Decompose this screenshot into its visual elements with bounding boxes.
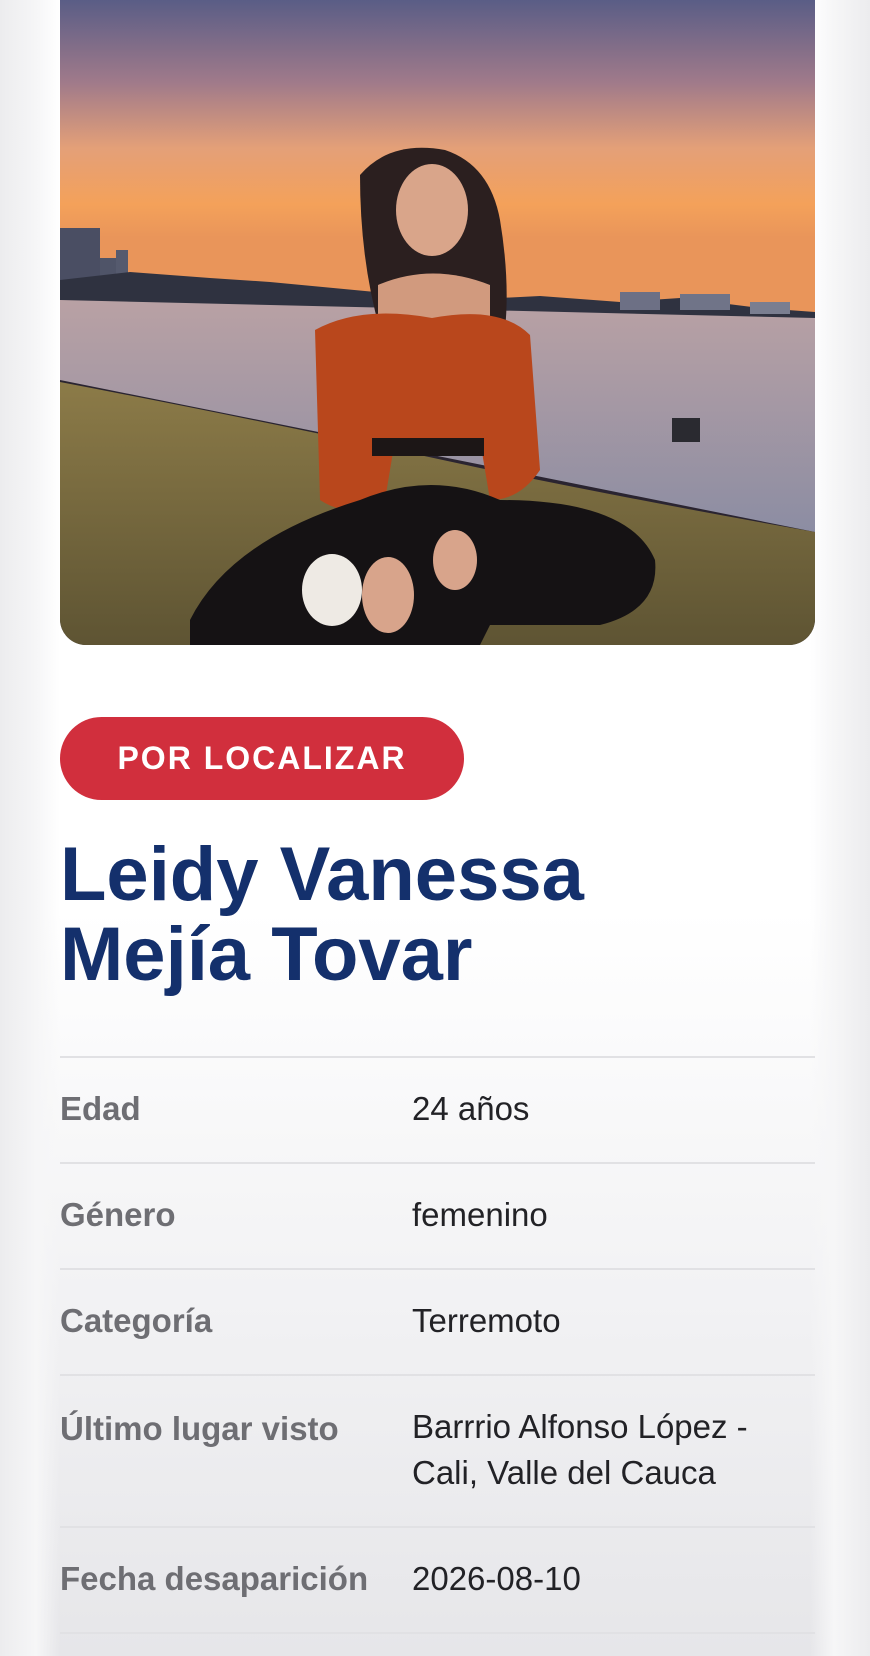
detail-label: Categoría xyxy=(60,1302,213,1339)
left-edge-shadow xyxy=(0,0,60,1656)
status-badge-label: POR LOCALIZAR xyxy=(117,740,407,776)
person-name-line2: Mejía Tovar xyxy=(60,912,473,997)
detail-row-categoria: Categoría Terremoto xyxy=(60,1268,815,1374)
details-table: Edad 24 años Género femenino Categoría T… xyxy=(60,1056,815,1634)
person-photo xyxy=(60,0,815,645)
detail-label: Fecha desaparición xyxy=(60,1560,369,1597)
detail-row-fecha: Fecha desaparición 2026-08-10 xyxy=(60,1526,815,1634)
detail-value: Barrrio Alfonso López - Cali, Valle del … xyxy=(412,1404,748,1496)
detail-value: Terremoto xyxy=(412,1302,561,1339)
person-name: Leidy Vanessa Mejía Tovar xyxy=(60,835,820,995)
detail-value-line1: Barrrio Alfonso López - xyxy=(412,1408,748,1445)
detail-value: femenino xyxy=(412,1196,548,1233)
detail-row-ultimo-lugar: Último lugar visto Barrrio Alfonso López… xyxy=(60,1374,815,1526)
detail-value: 24 años xyxy=(412,1090,530,1127)
detail-value: 2026-08-10 xyxy=(412,1560,581,1597)
person-name-line1: Leidy Vanessa xyxy=(60,832,584,917)
detail-label: Último lugar visto xyxy=(60,1410,339,1447)
detail-label: Edad xyxy=(60,1090,141,1127)
status-badge: POR LOCALIZAR xyxy=(60,717,464,800)
detail-row-edad: Edad 24 años xyxy=(60,1056,815,1162)
detail-label: Género xyxy=(60,1196,176,1233)
detail-row-genero: Género femenino xyxy=(60,1162,815,1268)
right-edge-shadow xyxy=(810,0,870,1656)
detail-value-line2: Cali, Valle del Cauca xyxy=(412,1454,716,1491)
